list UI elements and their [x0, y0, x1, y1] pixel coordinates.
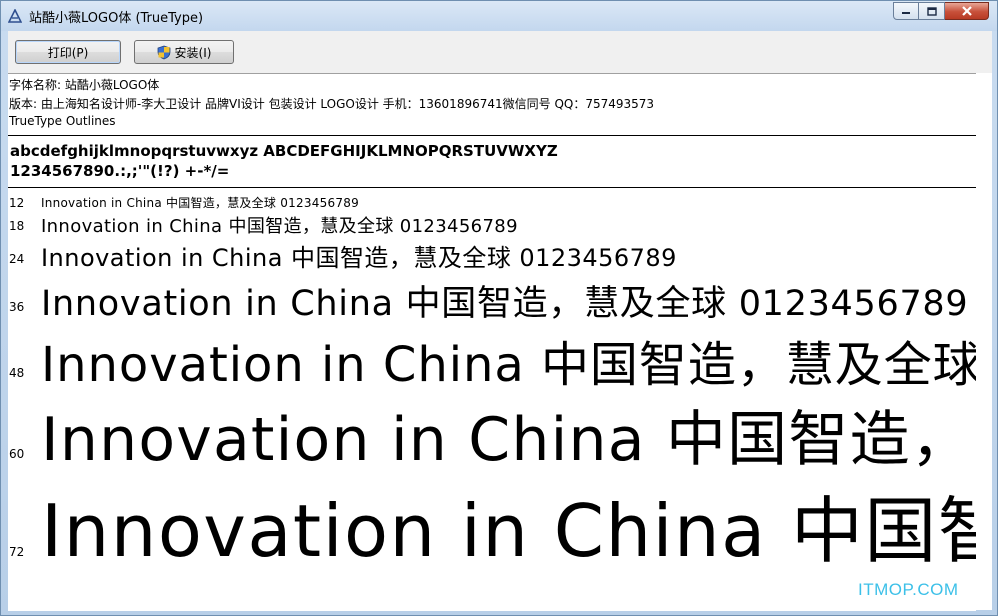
font-app-icon: [8, 9, 22, 23]
maximize-button[interactable]: [919, 2, 945, 20]
close-icon: [961, 6, 972, 16]
version-line: 版本: 由上海知名设计师-李大卫设计 品牌VI设计 包装设计 LOGO设计 手机…: [9, 97, 655, 111]
size-label: 18: [9, 219, 25, 233]
sample-text: Innovation in China 中国智造，慧及全球 0123456789: [41, 244, 677, 272]
charset-letters: abcdefghijklmnopqrstuvwxyz ABCDEFGHIJKLM…: [10, 142, 558, 160]
watermark: ITMOP.COM: [858, 580, 959, 599]
sample-text: Innovation in China 中国智造，慧及全球 0123456789: [41, 196, 359, 210]
minimize-icon: [902, 12, 910, 14]
font-viewer-window: 站酷小薇LOGO体 (TrueType) 打印(P) 安装(I) 字体名称: 站…: [0, 0, 998, 616]
size-label: 60: [9, 447, 25, 461]
font-preview-area: 字体名称: 站酷小薇LOGO体 版本: 由上海知名设计师-李大卫设计 品牌VI设…: [8, 73, 976, 611]
toolbar: 打印(P) 安装(I): [8, 31, 992, 73]
uac-shield-icon: [157, 45, 170, 59]
install-button[interactable]: 安装(I): [134, 40, 234, 64]
charset-digits-symbols: 1234567890.:,;'"(!?) +-*/=: [10, 162, 230, 180]
window-title: 站酷小薇LOGO体 (TrueType): [29, 11, 204, 26]
divider: [8, 187, 976, 188]
size-label: 72: [9, 545, 25, 559]
sample-text: Innovation in China 中国智造，慧及全球 0123456789: [41, 489, 976, 573]
size-label: 48: [9, 366, 25, 380]
minimize-button[interactable]: [893, 2, 919, 20]
right-margin: [976, 73, 992, 610]
print-button[interactable]: 打印(P): [15, 40, 121, 64]
size-label: 12: [9, 196, 25, 210]
size-label: 36: [9, 300, 25, 314]
size-label: 24: [9, 252, 25, 266]
sample-text: Innovation in China 中国智造，慧及全球 0123456789: [41, 405, 976, 475]
sample-text: Innovation in China 中国智造，慧及全球 0123456789: [41, 284, 969, 324]
print-button-label: 打印(P): [47, 45, 89, 60]
close-button[interactable]: [945, 2, 989, 20]
title-bar[interactable]: 站酷小薇LOGO体 (TrueType): [1, 1, 997, 31]
sample-text: Innovation in China 中国智造，慧及全球 0123456789: [41, 216, 518, 237]
sample-row-72: 72 Innovation in China 中国智造，慧及全球 0123456…: [8, 74, 976, 573]
install-button-label: 安装(I): [174, 45, 212, 60]
divider: [8, 135, 976, 136]
maximize-icon: [926, 6, 937, 16]
format-line: TrueType Outlines: [9, 114, 116, 128]
sample-text: Innovation in China 中国智造，慧及全球 0123456789: [41, 337, 976, 393]
